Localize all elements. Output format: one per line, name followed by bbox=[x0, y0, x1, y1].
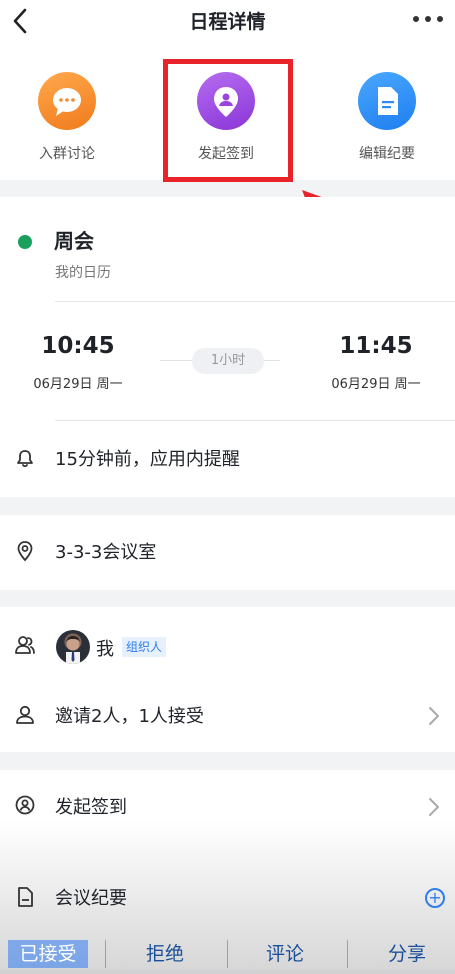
people-icon bbox=[15, 636, 35, 654]
divider bbox=[55, 301, 455, 302]
chat-bubble-icon bbox=[38, 72, 96, 130]
reject-button[interactable]: 拒绝 bbox=[120, 940, 210, 968]
invite-summary-row[interactable]: 邀请2人，1人接受 bbox=[0, 685, 455, 745]
location-pin-outline-icon bbox=[17, 541, 33, 562]
meeting-minutes-text: 会议纪要 bbox=[55, 888, 127, 909]
edit-minutes-button[interactable]: 编辑纪要 bbox=[327, 72, 447, 163]
divider bbox=[227, 940, 228, 968]
bell-icon bbox=[17, 450, 33, 468]
document-icon bbox=[358, 72, 416, 130]
bottom-action-bar: 已接受 拒绝 评论 分享 bbox=[0, 932, 455, 974]
join-group-discussion-button[interactable]: 入群讨论 bbox=[7, 72, 127, 163]
action-label: 入群讨论 bbox=[39, 146, 95, 162]
action-label: 编辑纪要 bbox=[359, 146, 415, 162]
checkin-location-icon bbox=[15, 795, 35, 815]
organizer-row[interactable]: 我 组织人 bbox=[0, 611, 455, 677]
end-date: 06月29日 周一 bbox=[331, 377, 421, 392]
location-row[interactable]: 3-3-3会议室 bbox=[0, 521, 455, 581]
event-info-card: 周会 我的日历 10:45 06月29日 周一 1小时 11:45 06月29日… bbox=[0, 197, 455, 497]
start-checkin-row[interactable]: 发起签到 bbox=[0, 776, 455, 836]
attendees-card: 我 组织人 邀请2人，1人接受 bbox=[0, 607, 455, 752]
checkin-text: 发起签到 bbox=[55, 797, 127, 818]
status-dot bbox=[18, 235, 32, 249]
ellipsis-icon bbox=[413, 16, 443, 22]
person-icon bbox=[16, 705, 34, 724]
attendee-name: 我 bbox=[96, 639, 114, 660]
start-time: 10:45 bbox=[41, 333, 115, 359]
start-date: 06月29日 周一 bbox=[33, 377, 123, 392]
reminder-row[interactable]: 15分钟前，应用内提醒 bbox=[0, 428, 455, 488]
document-outline-icon bbox=[18, 887, 33, 907]
accepted-button[interactable]: 已接受 bbox=[8, 940, 88, 968]
location-card: 3-3-3会议室 bbox=[0, 515, 455, 590]
comment-button[interactable]: 评论 bbox=[240, 940, 330, 968]
add-minutes-icon[interactable]: + bbox=[425, 888, 445, 908]
divider bbox=[105, 940, 106, 968]
calendar-name: 我的日历 bbox=[55, 265, 111, 281]
chevron-right-icon bbox=[429, 707, 439, 725]
end-time: 11:45 bbox=[339, 333, 413, 359]
reminder-text: 15分钟前，应用内提醒 bbox=[55, 449, 240, 470]
organizer-badge: 组织人 bbox=[122, 637, 167, 657]
highlight-annotation-box bbox=[163, 59, 293, 182]
avatar[interactable] bbox=[56, 630, 90, 664]
meeting-minutes-row[interactable]: 会议纪要 + bbox=[0, 872, 455, 922]
more-button[interactable] bbox=[411, 8, 445, 30]
page-title: 日程详情 bbox=[189, 11, 266, 33]
header: 日程详情 bbox=[0, 0, 455, 44]
event-title: 周会 bbox=[54, 229, 94, 253]
invite-summary-text: 邀请2人，1人接受 bbox=[55, 706, 204, 727]
location-text: 3-3-3会议室 bbox=[55, 542, 157, 563]
duration-badge: 1小时 bbox=[192, 348, 264, 374]
chevron-right-icon bbox=[429, 798, 439, 816]
divider bbox=[347, 940, 348, 968]
share-button[interactable]: 分享 bbox=[362, 940, 452, 968]
divider bbox=[55, 420, 455, 421]
